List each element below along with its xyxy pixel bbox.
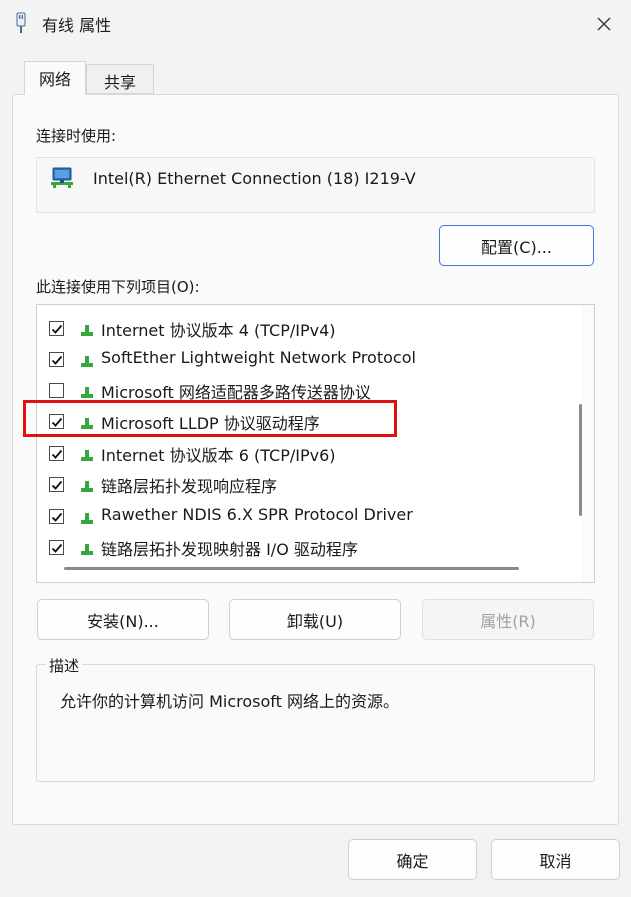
cancel-button[interactable]: 取消 <box>491 839 620 880</box>
close-icon <box>597 17 611 31</box>
checkbox[interactable] <box>49 509 64 524</box>
checkmark-icon <box>51 449 63 459</box>
ok-button[interactable]: 确定 <box>348 839 477 880</box>
checkmark-icon <box>51 324 63 334</box>
checkbox[interactable] <box>49 383 64 398</box>
list-item-label: Internet 协议版本 4 (TCP/IPv4) <box>101 321 336 340</box>
description-text: 允许你的计算机访问 Microsoft 网络上的资源。 <box>60 692 399 711</box>
tab-sharing[interactable]: 共享 <box>86 64 154 94</box>
vertical-scrollbar-thumb[interactable] <box>579 404 582 516</box>
protocol-icon <box>80 323 94 337</box>
protocol-icon <box>80 511 94 525</box>
checkmark-icon <box>51 543 63 553</box>
list-item[interactable]: Internet 协议版本 4 (TCP/IPv4) <box>37 313 582 344</box>
checkbox[interactable] <box>49 352 64 367</box>
checkbox[interactable] <box>49 540 64 555</box>
list-item-label: Rawether NDIS 6.X SPR Protocol Driver <box>101 505 413 524</box>
window-title: 有线 属性 <box>42 16 112 35</box>
items-label: 此连接使用下列项目(O): <box>36 278 200 296</box>
list-item[interactable]: 链路层拓扑发现响应程序 <box>37 469 582 500</box>
checkmark-icon <box>51 355 63 365</box>
connect-using-label: 连接时使用: <box>36 127 117 145</box>
checkmark-icon <box>51 480 63 490</box>
properties-button[interactable]: 属性(R) <box>422 599 594 640</box>
install-button[interactable]: 安装(N)... <box>37 599 209 640</box>
network-properties-icon <box>14 12 28 34</box>
protocol-icon <box>80 354 94 368</box>
protocol-icon <box>80 448 94 462</box>
tab-network[interactable]: 网络 <box>24 61 86 95</box>
close-button[interactable] <box>584 10 624 38</box>
protocol-icon <box>80 479 94 493</box>
list-item[interactable]: SoftEther Lightweight Network Protocol <box>37 344 582 375</box>
vertical-scrollbar-track <box>582 305 594 582</box>
horizontal-scrollbar-thumb[interactable] <box>64 567 519 570</box>
protocol-list[interactable]: Internet 协议版本 4 (TCP/IPv4) SoftEther Lig… <box>36 304 595 583</box>
checkmark-icon <box>51 512 63 522</box>
checkbox[interactable] <box>49 477 64 492</box>
uninstall-button[interactable]: 卸载(U) <box>229 599 401 640</box>
adapter-name: Intel(R) Ethernet Connection (18) I219-V <box>93 169 416 188</box>
list-item-label: Internet 协议版本 6 (TCP/IPv6) <box>101 446 336 465</box>
description-legend: 描述 <box>46 655 83 676</box>
list-item[interactable]: Internet 协议版本 6 (TCP/IPv6) <box>37 438 582 469</box>
configure-button[interactable]: 配置(C)... <box>439 225 594 266</box>
protocol-icon <box>80 385 94 399</box>
list-bottom-fill <box>37 557 582 582</box>
highlight-box <box>23 400 397 437</box>
list-item-label: 链路层拓扑发现响应程序 <box>101 477 278 496</box>
protocol-icon <box>80 542 94 556</box>
list-item[interactable]: Rawether NDIS 6.X SPR Protocol Driver <box>37 501 582 532</box>
checkbox[interactable] <box>49 321 64 336</box>
description-group <box>36 664 595 782</box>
checkbox[interactable] <box>49 446 64 461</box>
list-item-label: SoftEther Lightweight Network Protocol <box>101 348 416 367</box>
network-adapter-icon <box>49 166 75 190</box>
